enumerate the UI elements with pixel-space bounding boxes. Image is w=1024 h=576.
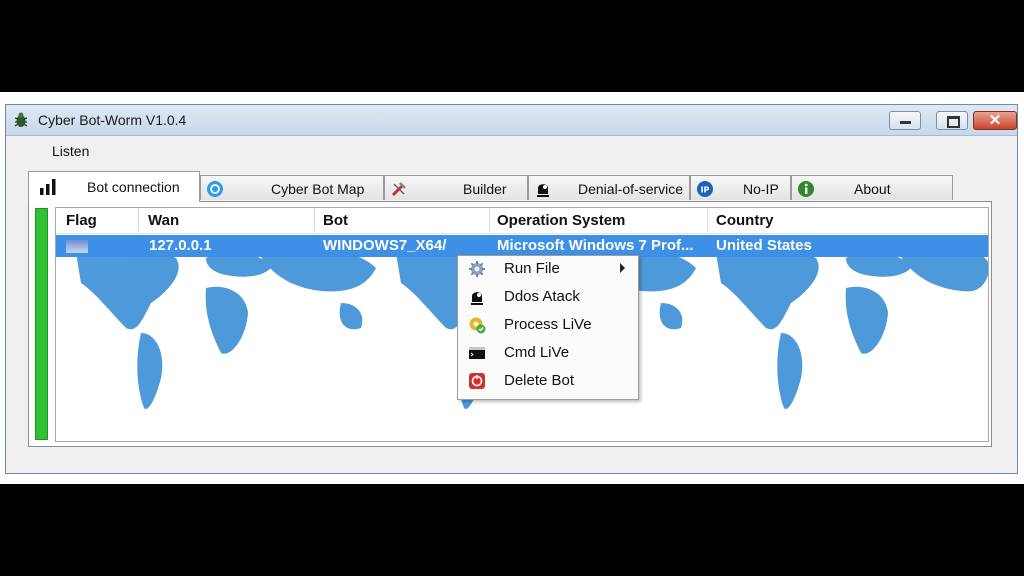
list-header: Flag Wan Bot Operation System Country — [56, 208, 988, 234]
menu-bar: Listen — [6, 136, 1017, 164]
svg-text:IP: IP — [701, 186, 710, 195]
flag-icon — [66, 240, 88, 253]
column-header-bot[interactable]: Bot — [323, 212, 348, 230]
close-icon: ✕ — [988, 112, 1002, 129]
process-icon — [469, 317, 486, 334]
menu-item-label: Delete Bot — [504, 372, 575, 389]
ip-icon: IP — [697, 181, 713, 197]
globe-icon — [207, 181, 223, 197]
menu-item-process-live[interactable]: Process LiVe — [460, 312, 635, 338]
cell-os: Microsoft Windows 7 Prof... — [497, 237, 694, 254]
bug-icon — [14, 112, 28, 127]
column-divider[interactable] — [707, 208, 708, 233]
tab-cyber-bot-map[interactable]: Cyber Bot Map — [200, 175, 384, 200]
menu-item-delete-bot[interactable]: Delete Bot — [460, 368, 635, 394]
window-title: Cyber Bot-Worm V1.0.4 — [38, 112, 187, 128]
minimize-button[interactable] — [889, 111, 921, 130]
screenshot-frame: Cyber Bot-Worm V1.0.4 ✕ Listen Bot conne… — [0, 92, 1024, 484]
menu-item-label: Process LiVe — [504, 316, 592, 333]
gear-icon — [469, 261, 485, 277]
menu-item-label: Run File — [504, 260, 560, 277]
tools-icon — [391, 182, 406, 197]
menu-item-label: Ddos Atack — [504, 288, 580, 305]
tab-builder[interactable]: Builder — [384, 175, 528, 200]
tab-label: About — [854, 181, 891, 197]
maximize-button[interactable] — [936, 111, 968, 130]
menu-item-cmd-live[interactable]: Cmd LiVe — [460, 340, 635, 366]
tab-strip: Bot connection Cyber Bot Map Builder Den… — [28, 171, 958, 202]
table-row[interactable]: 127.0.0.1 WINDOWS7_X64/ Microsoft Window… — [56, 235, 988, 257]
tab-about[interactable]: About — [791, 175, 953, 200]
cmd-icon — [469, 347, 485, 359]
minimize-icon — [900, 121, 911, 124]
cell-bot: WINDOWS7_X64/ — [323, 237, 447, 254]
hacker-icon — [471, 292, 483, 305]
cell-wan: 127.0.0.1 — [149, 237, 212, 254]
column-header-wan[interactable]: Wan — [148, 212, 179, 230]
info-icon — [798, 181, 814, 197]
tab-denial-of-service[interactable]: Denial-of-service — [528, 175, 690, 200]
tab-label: No-IP — [743, 181, 779, 197]
cell-country: United States — [716, 237, 812, 254]
menu-item-ddos-atack[interactable]: Ddos Atack — [460, 284, 635, 310]
hacker-icon — [537, 184, 549, 197]
menu-listen[interactable]: Listen — [52, 143, 89, 159]
tab-no-ip[interactable]: IP No-IP — [690, 175, 791, 200]
tab-label: Denial-of-service — [578, 181, 684, 197]
tab-label: Bot connection — [87, 179, 180, 195]
menu-item-label: Cmd LiVe — [504, 344, 570, 361]
close-button[interactable]: ✕ — [973, 111, 1017, 130]
tab-bot-connection[interactable]: Bot connection — [28, 171, 200, 202]
context-menu: Run File Ddos Atack Process LiVe Cmd LiV… — [457, 255, 639, 400]
column-divider[interactable] — [138, 208, 139, 233]
menu-item-run-file[interactable]: Run File — [460, 256, 635, 282]
activity-progress-bar — [35, 208, 48, 440]
column-header-flag[interactable]: Flag — [66, 212, 97, 230]
tab-label: Builder — [463, 181, 507, 197]
column-divider[interactable] — [489, 208, 490, 233]
column-header-operation-system[interactable]: Operation System — [497, 212, 625, 230]
delete-icon — [469, 373, 485, 389]
tab-label: Cyber Bot Map — [271, 181, 365, 197]
maximize-icon — [947, 116, 960, 128]
submenu-arrow-icon — [620, 263, 625, 273]
signal-bars-icon — [40, 179, 56, 195]
column-divider[interactable] — [314, 208, 315, 233]
column-header-country[interactable]: Country — [716, 212, 774, 230]
title-bar[interactable]: Cyber Bot-Worm V1.0.4 ✕ — [6, 105, 1017, 136]
